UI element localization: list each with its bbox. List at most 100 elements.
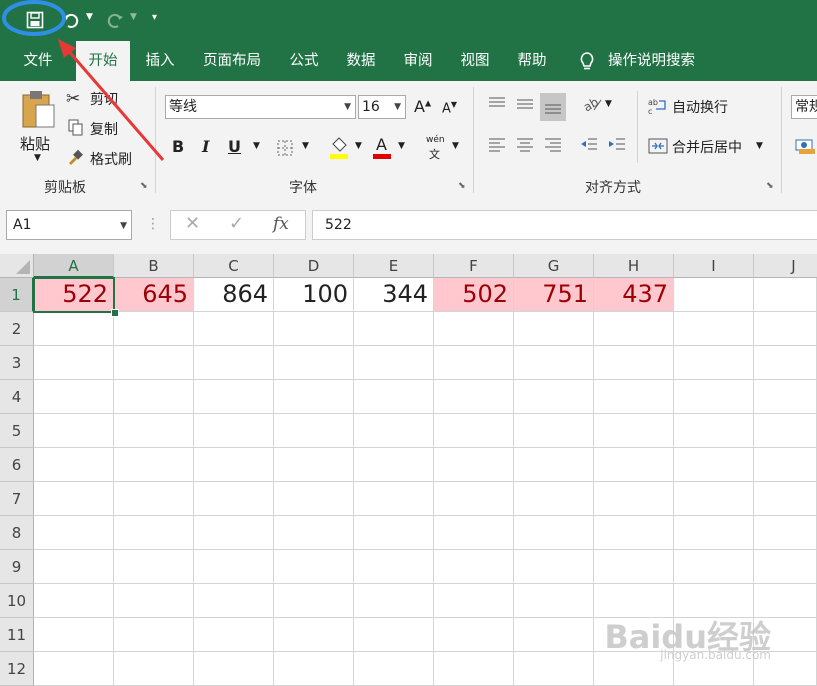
empty-cell[interactable]: [34, 482, 114, 516]
font-size-select[interactable]: 16 ▼: [358, 95, 406, 119]
empty-cell[interactable]: [514, 584, 594, 618]
empty-cell[interactable]: [114, 414, 194, 448]
font-color-button[interactable]: A: [370, 133, 394, 161]
empty-cell[interactable]: [754, 312, 817, 346]
row-header-3[interactable]: 3: [0, 346, 34, 380]
empty-cell[interactable]: [674, 516, 754, 550]
row-header-11[interactable]: 11: [0, 618, 34, 652]
borders-button[interactable]: [274, 137, 296, 159]
empty-cell[interactable]: [354, 618, 434, 652]
row-header-8[interactable]: 8: [0, 516, 34, 550]
fill-color-button[interactable]: [327, 133, 351, 161]
redo-dropdown-icon[interactable]: ▼: [130, 12, 137, 22]
phonetic-button[interactable]: wén 文: [424, 133, 446, 163]
empty-cell[interactable]: [434, 346, 514, 380]
align-middle-button[interactable]: [514, 93, 536, 115]
column-header-g[interactable]: G: [514, 254, 594, 278]
tell-me-search[interactable]: 操作说明搜索: [608, 41, 708, 81]
empty-cell[interactable]: [274, 550, 354, 584]
increase-font-icon[interactable]: A▲: [414, 97, 431, 116]
fill-handle[interactable]: [111, 309, 119, 317]
row-header-5[interactable]: 5: [0, 414, 34, 448]
cell-j1[interactable]: [754, 278, 817, 312]
empty-cell[interactable]: [754, 448, 817, 482]
empty-cell[interactable]: [274, 516, 354, 550]
empty-cell[interactable]: [354, 652, 434, 686]
row-header-2[interactable]: 2: [0, 312, 34, 346]
empty-cell[interactable]: [674, 312, 754, 346]
empty-cell[interactable]: [34, 618, 114, 652]
borders-dropdown-icon[interactable]: ▼: [302, 141, 309, 151]
empty-cell[interactable]: [674, 448, 754, 482]
cell-g1[interactable]: 751: [514, 278, 594, 312]
empty-cell[interactable]: [594, 346, 674, 380]
column-header-i[interactable]: I: [674, 254, 754, 278]
empty-cell[interactable]: [114, 550, 194, 584]
cut-button[interactable]: ✂ 剪切: [66, 87, 136, 109]
empty-cell[interactable]: [754, 516, 817, 550]
fill-color-dropdown-icon[interactable]: ▼: [355, 141, 362, 151]
accounting-format-button[interactable]: [793, 135, 817, 157]
empty-cell[interactable]: [514, 482, 594, 516]
empty-cell[interactable]: [594, 516, 674, 550]
empty-cell[interactable]: [754, 550, 817, 584]
empty-cell[interactable]: [754, 380, 817, 414]
empty-cell[interactable]: [114, 346, 194, 380]
empty-cell[interactable]: [514, 618, 594, 652]
column-header-e[interactable]: E: [354, 254, 434, 278]
empty-cell[interactable]: [434, 482, 514, 516]
empty-cell[interactable]: [274, 482, 354, 516]
empty-cell[interactable]: [354, 380, 434, 414]
empty-cell[interactable]: [354, 312, 434, 346]
empty-cell[interactable]: [674, 550, 754, 584]
align-bottom-button[interactable]: [540, 93, 566, 121]
align-center-button[interactable]: [514, 133, 536, 155]
font-launcher-icon[interactable]: ⬊: [458, 181, 466, 191]
format-painter-button[interactable]: 格式刷: [66, 147, 146, 169]
empty-cell[interactable]: [594, 448, 674, 482]
empty-cell[interactable]: [434, 652, 514, 686]
empty-cell[interactable]: [274, 584, 354, 618]
empty-cell[interactable]: [354, 448, 434, 482]
empty-cell[interactable]: [274, 380, 354, 414]
empty-cell[interactable]: [194, 312, 274, 346]
undo-dropdown-icon[interactable]: ▼: [86, 12, 93, 22]
tab-home[interactable]: 开始: [76, 41, 130, 81]
empty-cell[interactable]: [434, 448, 514, 482]
row-header-7[interactable]: 7: [0, 482, 34, 516]
enter-checkmark-icon[interactable]: ✓: [229, 213, 244, 234]
tab-insert[interactable]: 插入: [134, 41, 186, 81]
empty-cell[interactable]: [594, 550, 674, 584]
empty-cell[interactable]: [34, 414, 114, 448]
empty-cell[interactable]: [514, 414, 594, 448]
empty-cell[interactable]: [354, 516, 434, 550]
column-header-j[interactable]: J: [754, 254, 817, 278]
underline-button[interactable]: U: [228, 137, 241, 156]
empty-cell[interactable]: [754, 414, 817, 448]
redo-button[interactable]: [102, 8, 128, 32]
cancel-icon[interactable]: ✕: [185, 213, 200, 234]
empty-cell[interactable]: [754, 346, 817, 380]
cell-h1[interactable]: 437: [594, 278, 674, 312]
empty-cell[interactable]: [274, 414, 354, 448]
empty-cell[interactable]: [194, 414, 274, 448]
empty-cell[interactable]: [594, 414, 674, 448]
cell-f1[interactable]: 502: [434, 278, 514, 312]
number-format-select[interactable]: 常规: [791, 95, 817, 119]
empty-cell[interactable]: [274, 346, 354, 380]
empty-cell[interactable]: [754, 482, 817, 516]
phonetic-dropdown-icon[interactable]: ▼: [452, 141, 459, 151]
cell-i1[interactable]: [674, 278, 754, 312]
empty-cell[interactable]: [114, 380, 194, 414]
cell-e1[interactable]: 344: [354, 278, 434, 312]
row-header-4[interactable]: 4: [0, 380, 34, 414]
empty-cell[interactable]: [434, 312, 514, 346]
tab-page-layout[interactable]: 页面布局: [193, 41, 271, 81]
orientation-button[interactable]: ab: [580, 93, 604, 115]
empty-cell[interactable]: [434, 516, 514, 550]
empty-cell[interactable]: [354, 550, 434, 584]
bold-button[interactable]: B: [172, 137, 184, 156]
alignment-launcher-icon[interactable]: ⬊: [766, 181, 774, 191]
column-header-a[interactable]: A: [34, 254, 114, 278]
empty-cell[interactable]: [354, 584, 434, 618]
